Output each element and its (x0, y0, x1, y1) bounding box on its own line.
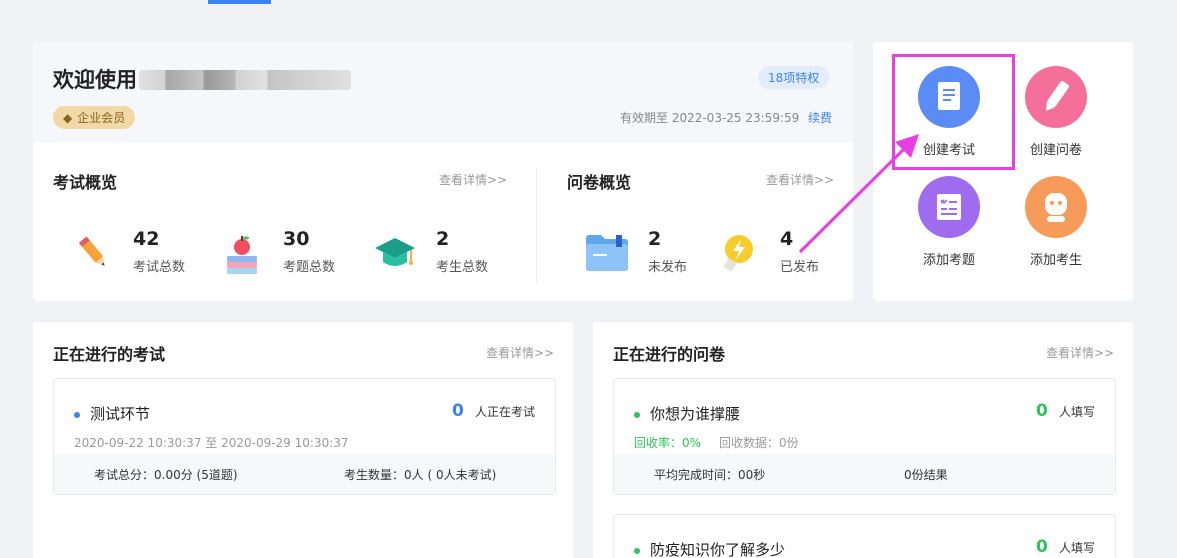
exam-item-title: 测试环节 (74, 403, 150, 424)
exam-item[interactable]: 测试环节 0 人正在考试 2020-09-22 10:30:37 至 2020-… (53, 378, 556, 495)
exam-item-count: 0 人正在考试 (452, 401, 535, 421)
exam-item-footer: 考试总分：0.00分 (5道题) 考生数量：0人 ( 0人未考试) (54, 454, 555, 494)
bullet-dot (634, 411, 640, 418)
ongoing-exams-card: 正在进行的考试 查看详情>> 测试环节 0 人正在考试 2020-09-22 1… (33, 322, 573, 558)
ongoing-surveys-card: 正在进行的问卷 查看详情>> 你想为谁撑腰 0 人填写 回收率：0% 回收数据：… (593, 322, 1133, 558)
survey-item[interactable]: 你想为谁撑腰 0 人填写 回收率：0% 回收数据：0份 平均完成时间：00秒 0… (613, 378, 1116, 495)
survey-item-footer: 平均完成时间：00秒 0份结果 (614, 454, 1115, 494)
exam-item-period: 2020-09-22 10:30:37 至 2020-09-29 10:30:3… (74, 436, 349, 450)
survey-item[interactable]: 防疫知识你了解多少 0 人填写 (613, 514, 1116, 558)
survey-item-count: 0 人填写 (1036, 537, 1095, 557)
survey-rate: 回收率：0% (634, 436, 702, 450)
survey-avg-time: 平均完成时间：00秒 (654, 468, 766, 482)
survey-item-count: 0 人填写 (1036, 401, 1095, 421)
ongoing-exams-more-link[interactable]: 查看详情>> (486, 344, 554, 361)
ongoing-surveys-more-link[interactable]: 查看详情>> (1046, 344, 1114, 361)
bullet-dot (634, 547, 640, 554)
ongoing-exams-title: 正在进行的考试 (53, 345, 166, 364)
exam-takers: 考生数量：0人 ( 0人未考试) (344, 468, 497, 482)
ongoing-surveys-title: 正在进行的问卷 (613, 345, 726, 364)
survey-data: 回收数据：0份 (719, 436, 799, 450)
survey-results: 0份结果 (904, 468, 948, 482)
survey-item-title: 你想为谁撑腰 (634, 403, 740, 424)
exam-score: 考试总分：0.00分 (5道题) (94, 468, 238, 482)
survey-item-title: 防疫知识你了解多少 (634, 539, 785, 558)
bullet-dot (74, 411, 80, 418)
